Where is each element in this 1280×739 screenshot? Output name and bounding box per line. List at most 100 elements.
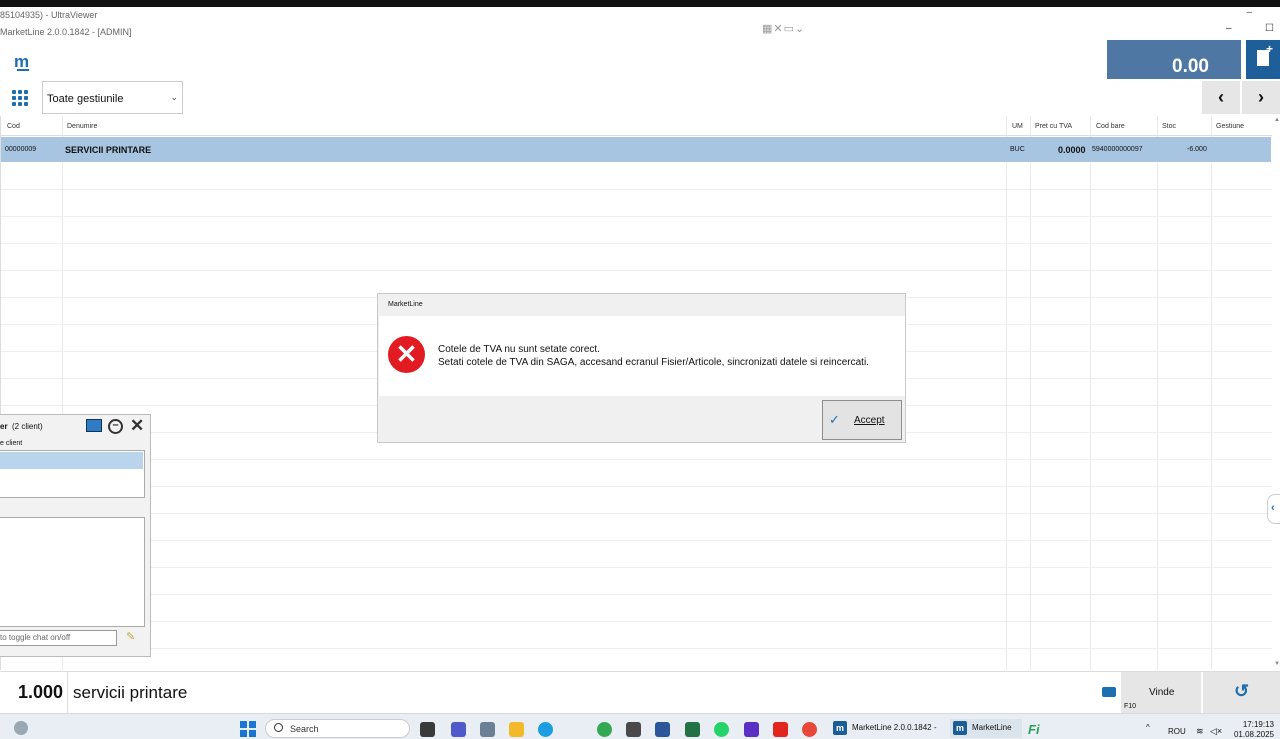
language-indicator[interactable]: ROU — [1168, 727, 1186, 736]
app-icon[interactable] — [802, 722, 817, 737]
uv-panel-title: er (2 client) — [0, 422, 43, 431]
chevron-left-icon: ‹ — [1271, 502, 1275, 514]
app-minimize-button[interactable]: – — [1226, 23, 1232, 34]
app-maximize-button[interactable]: ☐ — [1265, 23, 1274, 34]
cell-cod: 00000009 — [5, 146, 37, 153]
volume-muted-icon[interactable]: ◁× — [1210, 726, 1222, 737]
cell-cod-bare: 5940000000097 — [1092, 146, 1143, 153]
teams-icon[interactable] — [451, 722, 466, 737]
col-header-cod[interactable]: Cod — [7, 123, 20, 130]
marketline-logo: m — [14, 52, 30, 71]
chrome-icon[interactable] — [597, 722, 612, 737]
uv-client-list[interactable] — [0, 450, 145, 498]
top-border — [0, 0, 1280, 7]
uv-chat-input[interactable]: to toggle chat on/off — [0, 630, 117, 646]
grid-header: Cod Denumire UM Pret cu TVA Cod bare Sto… — [1, 116, 1272, 136]
dialog-message-line2: Setati cotele de TVA din SAGA, accesand … — [438, 357, 869, 368]
cell-denumire: SERVICII PRINTARE — [65, 145, 152, 155]
taskbar-item-marketline-2[interactable]: m MarketLine — [950, 719, 1022, 738]
clock-date: 01.08.2025 — [1233, 730, 1274, 739]
save-icon[interactable] — [744, 722, 759, 737]
widget-icon[interactable] — [14, 721, 28, 735]
taskbar-search-label: Search — [290, 724, 319, 734]
taskbar-clock[interactable]: 17:19:13 01.08.2025 — [1232, 720, 1274, 739]
menu-grid-button[interactable] — [0, 81, 40, 114]
app-window-controls: – ☐ — [1226, 23, 1274, 34]
terminal-icon[interactable] — [626, 722, 641, 737]
table-row[interactable]: 00000009 SERVICII PRINTARE BUC 0.0000 59… — [1, 137, 1271, 162]
accept-button-label: Accept — [854, 415, 885, 426]
side-panel-toggle[interactable]: ‹ — [1267, 494, 1280, 524]
uv-client-column-header: e client — [0, 440, 23, 447]
close-icon[interactable]: ✕ — [130, 416, 144, 436]
quantity-field[interactable]: 1.000 — [0, 672, 68, 714]
whatsapp-icon[interactable] — [714, 722, 729, 737]
excel-icon[interactable] — [685, 722, 700, 737]
minimize-icon[interactable]: – — [108, 419, 123, 434]
remote-window-titlebar: 85104935) - UltraViewer – — [0, 7, 1280, 23]
windows-start-icon[interactable] — [240, 721, 256, 737]
taskbar-search[interactable]: Search — [265, 719, 410, 738]
chevron-down-icon: ⌄ — [170, 92, 178, 102]
col-header-um[interactable]: UM — [1012, 123, 1023, 130]
pdf-icon[interactable] — [773, 722, 788, 737]
next-page-button[interactable]: › — [1242, 81, 1280, 114]
chevron-up-icon[interactable]: ^ — [1146, 723, 1150, 732]
marketline-icon: m — [833, 721, 847, 735]
col-header-pret[interactable]: Pret cu TVA — [1035, 123, 1072, 130]
scroll-down-icon[interactable]: ▼ — [1274, 661, 1280, 667]
product-search-input[interactable]: servicii printare — [73, 683, 187, 703]
store-select[interactable]: Toate gestiunile ⌄ — [42, 81, 183, 114]
windows-taskbar: Search m MarketLine 2.0.0.1842 - m Marke… — [0, 713, 1280, 739]
remote-window-title: 85104935) - UltraViewer — [0, 10, 98, 20]
pen-icon[interactable]: ✎ — [126, 630, 135, 643]
grid-icon — [12, 90, 28, 106]
app-titlebar: MarketLine 2.0.0.1842 - [ADMIN] – ☐ — [0, 23, 1280, 39]
check-icon: ✓ — [829, 412, 840, 427]
cell-um: BUC — [1010, 146, 1025, 153]
taskbar-item-marketline-1[interactable]: m MarketLine 2.0.0.1842 - — [830, 719, 942, 738]
list-item[interactable] — [0, 452, 143, 469]
prev-page-button[interactable]: ‹ — [1202, 81, 1240, 114]
app-title: MarketLine 2.0.0.1842 - [ADMIN] — [0, 27, 132, 37]
grid-scrollbar[interactable] — [1272, 116, 1280, 670]
chevron-right-icon: › — [1258, 87, 1264, 107]
task-view-icon[interactable] — [420, 722, 435, 737]
cell-stoc: -6.000 — [1187, 146, 1207, 153]
col-header-cod-bare[interactable]: Cod bare — [1096, 123, 1125, 130]
word-icon[interactable] — [655, 722, 670, 737]
bottom-input-bar: 1.000 servicii printare Vinde F10 ↺ — [0, 671, 1280, 714]
new-document-button[interactable] — [1246, 40, 1280, 79]
store-select-value: Toate gestiunile — [47, 93, 124, 105]
marketline-icon: m — [953, 721, 967, 735]
edge-icon[interactable] — [538, 722, 553, 737]
search-icon — [274, 723, 283, 732]
wifi-icon[interactable]: ≋ — [1196, 726, 1204, 737]
accept-button[interactable]: ✓ Accept — [822, 400, 902, 440]
remote-minimize-button[interactable]: – — [1246, 7, 1252, 18]
keyboard-icon[interactable] — [1102, 687, 1116, 697]
new-document-icon — [1257, 42, 1273, 66]
chevron-left-icon: ‹ — [1218, 87, 1224, 107]
cell-pret: 0.0000 — [1058, 145, 1086, 155]
file-explorer-icon[interactable] — [509, 722, 524, 737]
dialog-body: ✕ Cotele de TVA nu sunt setate corect. S… — [379, 316, 905, 396]
undo-icon: ↺ — [1233, 681, 1250, 701]
calculator-icon[interactable] — [480, 722, 495, 737]
monitor-icon[interactable] — [86, 419, 102, 432]
fi-app-icon[interactable]: Fi — [1028, 722, 1040, 737]
col-header-stoc[interactable]: Stoc — [1162, 123, 1176, 130]
col-header-gestiune[interactable]: Gestiune — [1216, 123, 1244, 130]
sell-button[interactable]: Vinde F10 — [1121, 672, 1201, 714]
sell-shortcut: F10 — [1124, 703, 1137, 710]
uv-chat-log[interactable] — [0, 517, 145, 627]
error-dialog: MarketLine ✕ Cotele de TVA nu sunt setat… — [377, 293, 906, 443]
ultraviewer-chat-panel: er (2 client) – ✕ e client to toggle cha… — [0, 414, 151, 657]
error-icon: ✕ — [388, 336, 425, 373]
total-amount: 0.00 — [1107, 40, 1241, 79]
dialog-title: MarketLine — [388, 301, 423, 308]
undo-button[interactable]: ↺ — [1203, 672, 1280, 714]
scroll-up-icon[interactable]: ▲ — [1274, 117, 1280, 123]
dialog-message-line1: Cotele de TVA nu sunt setate corect. — [438, 344, 600, 355]
col-header-denumire[interactable]: Denumire — [67, 123, 97, 130]
